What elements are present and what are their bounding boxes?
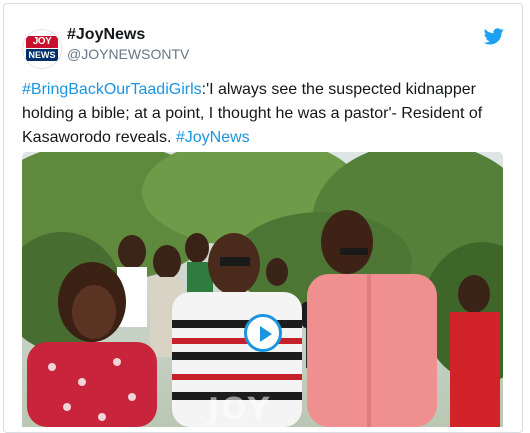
avatar[interactable]: JOY NEWS bbox=[22, 29, 62, 69]
tweet-text: #BringBackOurTaadiGirls:'I always see th… bbox=[22, 78, 512, 150]
video-watermark: JOY bbox=[208, 392, 272, 427]
play-triangle bbox=[260, 326, 272, 342]
hashtag-link[interactable]: #JoyNews bbox=[176, 129, 250, 146]
avatar-logo-bottom: NEWS bbox=[26, 49, 58, 61]
tweet-card: JOY NEWS #JoyNews @JOYNEWSONTV #BringBac… bbox=[3, 3, 523, 433]
hashtag-link[interactable]: #BringBackOurTaadiGirls bbox=[22, 81, 202, 98]
video-thumbnail[interactable]: JOY bbox=[22, 152, 503, 427]
account-handle[interactable]: @JOYNEWSONTV bbox=[67, 46, 189, 62]
video-scene bbox=[22, 152, 503, 427]
twitter-bird-icon[interactable] bbox=[484, 28, 504, 45]
play-icon[interactable] bbox=[244, 314, 282, 352]
account-name[interactable]: #JoyNews bbox=[67, 26, 145, 44]
avatar-logo-top: JOY bbox=[26, 36, 58, 48]
